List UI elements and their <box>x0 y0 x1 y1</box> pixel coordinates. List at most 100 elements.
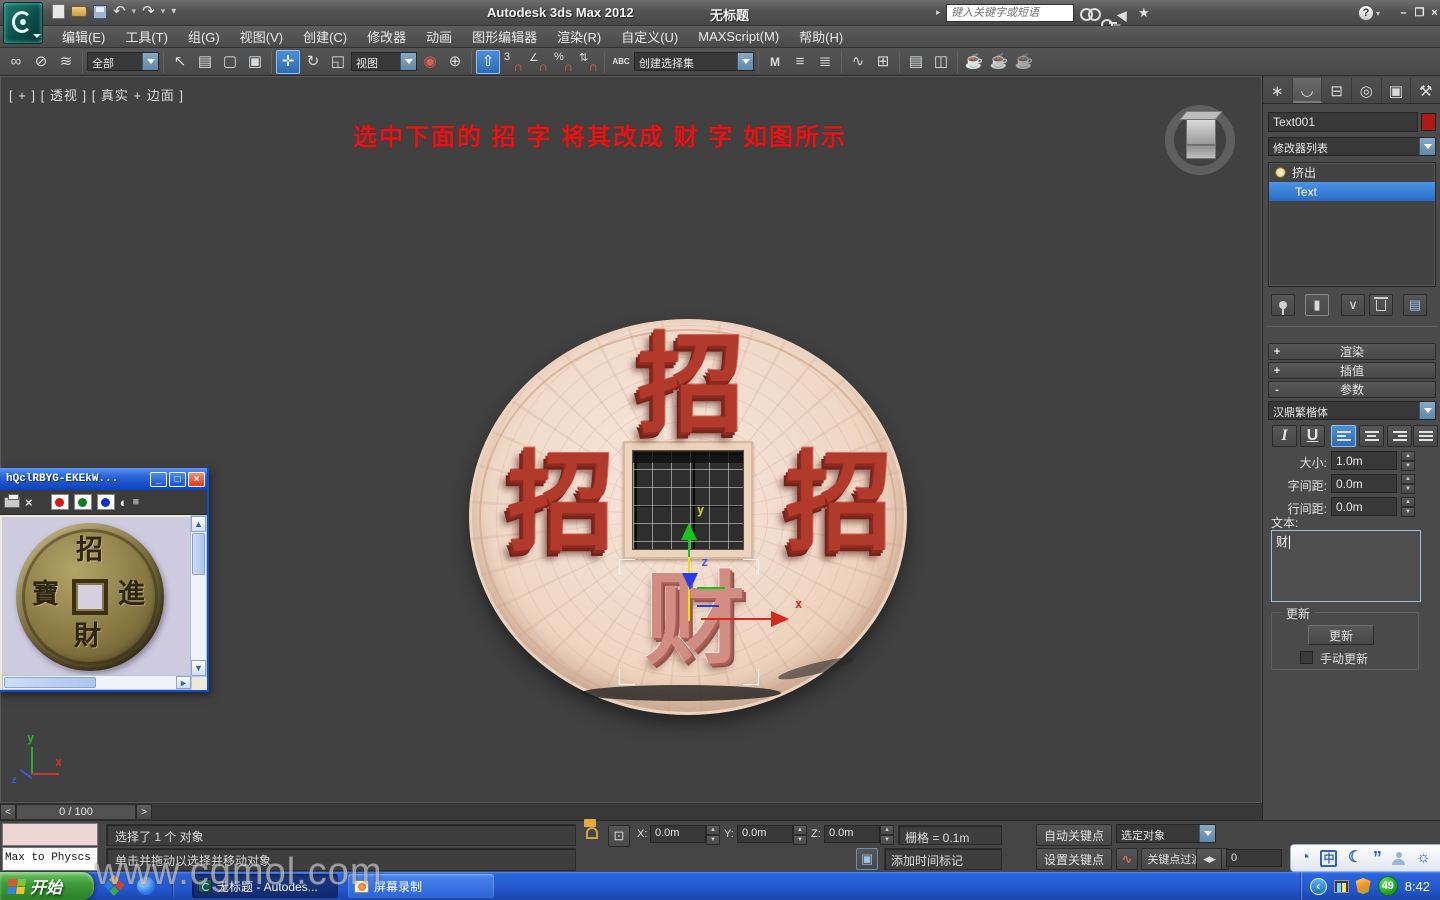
update-button[interactable]: 更新 <box>1308 625 1374 645</box>
z-spinner[interactable]: ▲ ▼ <box>880 825 894 845</box>
unlink-selection-icon[interactable]: ⊘ <box>29 50 53 74</box>
scroll-right-icon[interactable]: ► <box>176 676 191 689</box>
menu-maxscript[interactable]: MAXScript(M) <box>688 27 789 46</box>
qat-customize-icon[interactable]: ▾ <box>171 6 176 17</box>
rollout-parameters[interactable]: - 参数 <box>1268 381 1436 398</box>
start-button[interactable]: 开始 <box>0 872 94 900</box>
image-window-close-button[interactable]: × <box>188 471 205 487</box>
align-center-button[interactable] <box>1359 425 1384 447</box>
alpha-channel-icon[interactable]: ■ <box>132 496 139 508</box>
bind-to-space-warp-icon[interactable]: ≋ <box>54 50 78 74</box>
select-and-scale-icon[interactable]: ◱ <box>326 50 350 74</box>
minimize-button[interactable]: – <box>1396 5 1411 20</box>
quick-launch-browser-icon[interactable] <box>134 875 158 897</box>
track-bar[interactable] <box>152 804 1262 820</box>
size-field[interactable]: 1.0m <box>1331 451 1397 470</box>
char-zhao-left[interactable]: 招 <box>507 451 615 559</box>
y-coordinate-field[interactable]: 0.0m <box>737 825 793 843</box>
window-crossing-icon[interactable]: ▣ <box>243 50 267 74</box>
configure-modifier-sets-button[interactable]: ▤ <box>1403 294 1427 316</box>
select-and-link-icon[interactable]: ∞ <box>4 50 28 74</box>
mirror-icon[interactable]: M <box>763 50 787 74</box>
menu-create[interactable]: 创建(C) <box>293 25 357 48</box>
tab-motion-icon[interactable]: ◎ <box>1352 78 1382 103</box>
help-dropdown-icon[interactable]: ▾ <box>1376 9 1380 18</box>
leading-field[interactable]: 0.0m <box>1331 497 1397 516</box>
size-spinner[interactable]: ▲ ▼ <box>1401 451 1415 471</box>
perspective-viewport[interactable]: [ + ] [ 透视 ] [ 真实 + 边面 ] 选中下面的 招 字 将其改成 … <box>0 76 1262 803</box>
gizmo-z-arrow-icon[interactable] <box>682 573 698 598</box>
curve-editor-icon[interactable]: ∿ <box>846 50 870 74</box>
key-filter-set-dropdown[interactable]: 选定对象 <box>1116 824 1216 843</box>
rendered-frame-window-icon[interactable]: ◫ <box>929 50 953 74</box>
angle-snap-icon[interactable]: ∠ ∩ <box>526 50 550 74</box>
search-expand-icon[interactable]: ▸ <box>936 7 941 18</box>
render-production-icon[interactable]: ☕ <box>962 50 986 74</box>
stack-item-extrude[interactable]: 挤出 <box>1269 163 1435 182</box>
image-vscrollbar[interactable]: ▲ ▼ <box>190 515 207 677</box>
rectangular-selection-icon[interactable]: ▢ <box>218 50 242 74</box>
schematic-view-icon[interactable]: ⊞ <box>871 50 895 74</box>
text-content-area[interactable]: 财 <box>1271 530 1421 602</box>
scroll-down-icon[interactable]: ▼ <box>191 660 206 676</box>
menu-edit[interactable]: 编辑(E) <box>52 25 115 48</box>
tray-media-icon[interactable] <box>1333 879 1349 893</box>
modifier-list-dropdown[interactable]: 修改器列表 <box>1268 137 1436 156</box>
search-input[interactable] <box>947 5 1073 21</box>
redo-dropdown-icon[interactable]: ▾ <box>161 7 166 16</box>
char-zhao-top[interactable]: 招 <box>637 333 745 441</box>
coin-model[interactable]: 招 招 招 财 y z x <box>469 319 907 715</box>
image-hscrollbar[interactable]: ► <box>2 675 192 690</box>
underline-button[interactable]: U <box>1300 425 1325 447</box>
gizmo-y-arrow-icon[interactable] <box>681 515 697 540</box>
current-frame-field[interactable] <box>1226 849 1282 867</box>
maxscript-macro-pane[interactable] <box>2 823 98 846</box>
italic-button[interactable]: I <box>1272 425 1297 447</box>
image-window-titlebar[interactable]: hQclRBYG-EKEkW... _ □ × <box>0 468 207 490</box>
z-coordinate-field[interactable]: 0.0m <box>824 825 880 843</box>
tab-modify-icon[interactable]: ◡ <box>1292 78 1323 103</box>
taskbar-item-screenrecorder[interactable]: 屏幕录制 <box>348 874 494 898</box>
fullwidth-moon-icon[interactable]: ☾ <box>1348 850 1362 866</box>
open-file-icon[interactable] <box>71 6 87 17</box>
percent-snap-icon[interactable]: % ∩ <box>551 50 575 74</box>
mono-channel-icon[interactable]: ◐ <box>120 495 128 510</box>
menu-graph-editors[interactable]: 图形编辑器 <box>462 25 547 48</box>
proofing-gauge-icon[interactable]: ◔ <box>1300 850 1310 866</box>
lightbulb-icon[interactable] <box>1275 167 1286 178</box>
taskbar-item-3dsmax[interactable]: 无标题 - Autodes... <box>192 874 338 898</box>
viewcube-bottom-face[interactable] <box>1186 145 1216 159</box>
tab-hierarchy-icon[interactable]: ⊟ <box>1322 78 1353 103</box>
reference-coordinate-dropdown[interactable]: 视图 <box>351 52 417 71</box>
x-coordinate-field[interactable]: 0.0m <box>650 825 706 843</box>
image-window-maximize-button[interactable]: □ <box>169 471 186 487</box>
undo-dropdown-icon[interactable]: ▾ <box>132 7 137 16</box>
menu-group[interactable]: 组(G) <box>178 25 230 48</box>
object-color-swatch[interactable] <box>1421 113 1436 131</box>
isolate-selection-icon[interactable]: ▣ <box>856 848 878 870</box>
align-right-button[interactable] <box>1387 425 1412 447</box>
communication-center-icon[interactable] <box>1116 2 1136 23</box>
gizmo-xy-plane-handle[interactable] <box>697 587 725 589</box>
activeshade-icon[interactable]: ☕ <box>1012 50 1036 74</box>
select-and-move-icon[interactable]: ✛ <box>276 49 300 74</box>
tray-badge[interactable]: 49 <box>1377 876 1398 896</box>
print-icon[interactable] <box>4 493 20 508</box>
gizmo-zx-plane-handle[interactable] <box>697 605 719 607</box>
viewcube[interactable] <box>1163 103 1239 179</box>
red-channel-button[interactable] <box>50 494 69 510</box>
settings-gear-icon[interactable]: ☼ <box>1416 850 1431 866</box>
vscroll-thumb[interactable] <box>192 533 205 575</box>
time-slider-left-button[interactable]: < <box>0 804 16 820</box>
new-file-icon[interactable] <box>52 4 65 19</box>
search-binoculars-icon[interactable] <box>1080 8 1101 21</box>
select-and-rotate-icon[interactable]: ↻ <box>301 50 325 74</box>
menu-help[interactable]: 帮助(H) <box>789 25 853 48</box>
close-button[interactable]: × <box>1427 5 1440 20</box>
manual-update-checkbox[interactable] <box>1300 651 1313 664</box>
favorites-star-icon[interactable]: ★ <box>1138 5 1150 21</box>
key-curve-icon[interactable]: ∿ <box>1116 848 1138 870</box>
scroll-up-icon[interactable]: ▲ <box>191 516 206 532</box>
gizmo-x-axis[interactable] <box>701 618 773 620</box>
hscroll-thumb[interactable] <box>4 677 96 688</box>
